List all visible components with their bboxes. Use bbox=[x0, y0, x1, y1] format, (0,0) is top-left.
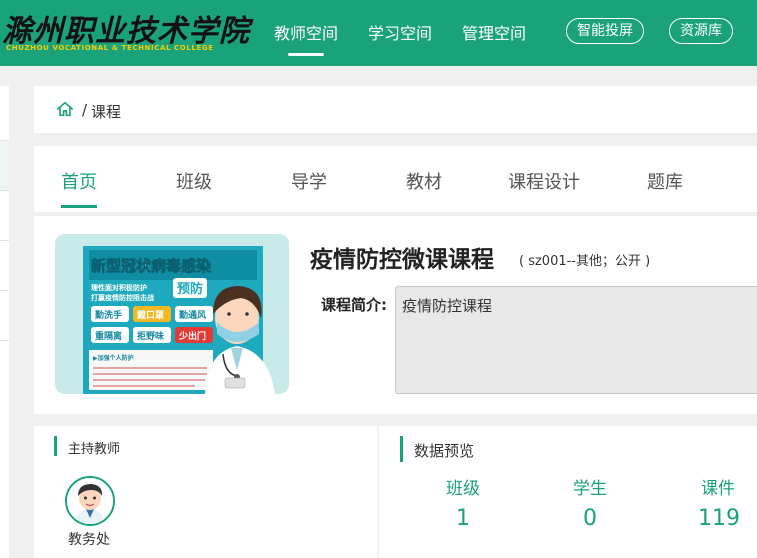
nav-management-space[interactable]: 管理空间 bbox=[462, 20, 526, 44]
course-intro-label: 课程简介: bbox=[321, 296, 387, 314]
breadcrumb-separator: / bbox=[82, 101, 88, 119]
sidebar-divider bbox=[0, 240, 9, 241]
smart-cast-button[interactable]: 智能投屏 bbox=[566, 18, 644, 44]
tab-course-design[interactable]: 课程设计 bbox=[508, 168, 580, 194]
tab-textbook[interactable]: 教材 bbox=[406, 168, 442, 194]
cover-tag: 拒野味 bbox=[137, 330, 164, 342]
stat-label-students: 学生 bbox=[573, 479, 607, 499]
course-cover-image[interactable]: 新型冠状病毒感染 预防 理性面对积极防护 打赢疫情防控阻击战 勤洗手 戴口罩 勤… bbox=[55, 234, 289, 394]
cover-tag: 重隔离 bbox=[95, 330, 122, 342]
stat-label-courseware: 课件 bbox=[701, 479, 735, 499]
resource-library-button[interactable]: 资源库 bbox=[669, 18, 733, 44]
college-logo[interactable]: 滁州职业技术学院 CHUZHOU VOCATIONAL & TECHNICAL … bbox=[0, 6, 249, 58]
cover-tag: 戴口罩 bbox=[137, 309, 164, 321]
nav-teacher-space[interactable]: 教师空间 bbox=[274, 20, 338, 56]
course-info-card: 新型冠状病毒感染 预防 理性面对积极防护 打赢疫情防控阻击战 勤洗手 戴口罩 勤… bbox=[34, 216, 757, 414]
sidebar-divider bbox=[0, 340, 9, 341]
nav-learning-space[interactable]: 学习空间 bbox=[368, 20, 432, 44]
panel-accent-bar bbox=[400, 436, 403, 462]
cover-subline-2: 打赢疫情防控阻击战 bbox=[91, 293, 154, 302]
tab-classes[interactable]: 班级 bbox=[176, 168, 212, 194]
cover-illustration: 新型冠状病毒感染 预防 理性面对积极防护 打赢疫情防控阻击战 勤洗手 戴口罩 勤… bbox=[55, 234, 289, 394]
cover-badge: 预防 bbox=[177, 281, 203, 297]
tab-guide[interactable]: 导学 bbox=[291, 168, 327, 194]
course-meta: ( sz001--其他；公开 ) bbox=[519, 254, 651, 269]
course-intro-box[interactable]: 疫情防控课程 bbox=[395, 286, 757, 394]
top-header: 滁州职业技术学院 CHUZHOU VOCATIONAL & TECHNICAL … bbox=[0, 0, 757, 66]
sidebar-divider bbox=[0, 140, 9, 141]
host-teacher-title: 主持教师 bbox=[68, 442, 121, 457]
sidebar-divider bbox=[0, 190, 9, 191]
cover-tag: 勤通风 bbox=[179, 309, 206, 321]
cover-headline: 新型冠状病毒感染 bbox=[91, 257, 212, 275]
sidebar-active-item[interactable] bbox=[0, 140, 9, 190]
stat-value-courseware[interactable]: 119 bbox=[698, 506, 740, 531]
data-preview-title: 数据预览 bbox=[414, 442, 475, 460]
teacher-avatar-icon bbox=[67, 478, 113, 524]
cover-subline-1: 理性面对积极防护 bbox=[91, 283, 147, 292]
tab-home[interactable]: 首页 bbox=[61, 168, 97, 208]
stat-value-students[interactable]: 0 bbox=[583, 506, 597, 531]
sidebar-divider bbox=[0, 290, 9, 291]
teacher-name[interactable]: 教务处 bbox=[68, 529, 110, 549]
cover-tag: 少出门 bbox=[178, 330, 206, 342]
left-sidebar bbox=[0, 86, 9, 558]
teacher-avatar[interactable] bbox=[65, 476, 115, 526]
breadcrumb: / 课程 bbox=[34, 86, 757, 133]
tab-question-bank[interactable]: 题库 bbox=[647, 168, 683, 194]
cover-notice-title: ▶加强个人防护 bbox=[93, 354, 134, 362]
stat-value-classes[interactable]: 1 bbox=[456, 506, 470, 531]
course-tabs: 首页 班级 导学 教材 课程设计 题库 bbox=[34, 146, 757, 212]
panel-accent-bar bbox=[54, 436, 57, 456]
breadcrumb-current: 课程 bbox=[91, 103, 122, 121]
logo-english-name: CHUZHOU VOCATIONAL & TECHNICAL COLLEGE bbox=[6, 44, 214, 52]
course-title: 疫情防控微课课程 bbox=[310, 247, 494, 273]
cover-tag: 勤洗手 bbox=[95, 309, 122, 321]
data-preview-panel: 数据预览 班级 1 学生 0 课件 119 bbox=[379, 426, 757, 558]
stat-label-classes: 班级 bbox=[446, 479, 480, 499]
home-icon[interactable] bbox=[56, 100, 74, 118]
host-teacher-panel: 主持教师 教务处 bbox=[34, 426, 377, 558]
